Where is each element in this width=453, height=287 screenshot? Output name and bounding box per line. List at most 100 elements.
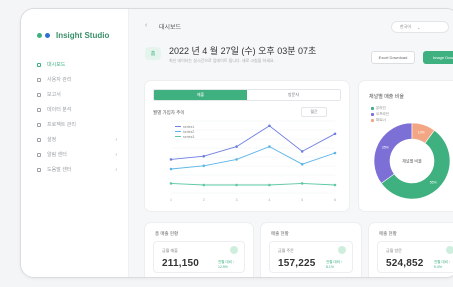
hero-header: 홈 2022 년 4 월 27일 (수) 오후 03분 07초 최신 데이터는 … [145, 41, 453, 69]
stat-inner: 금월 매출 211,150 전월 대비 ↑ 12.5% [153, 241, 245, 273]
stat-card: 매출 현황 금월 방문 524,852 전월 대비 ↑ 5.4% [369, 223, 453, 277]
data-point[interactable] [300, 162, 304, 166]
image-download-button[interactable]: Image Download [423, 51, 453, 64]
chevron-right-icon: › [115, 151, 117, 158]
logo-dot-icon [37, 33, 42, 38]
data-point[interactable] [268, 145, 271, 148]
stat-card: 총 매출 현황 금월 매출 211,150 전월 대비 ↑ 12.5% [145, 223, 253, 277]
donut-chart: 55% 35% 10% 채널별 비율 [373, 122, 451, 200]
line-chart-card: 매출 방문자 월별 가입자 추이 월간 series1 series2 series… [145, 81, 349, 211]
stat-inner: 금월 주문 157,225 전월 대비 ↑ 8.1% [269, 241, 353, 273]
data-point[interactable] [333, 183, 337, 187]
back-icon[interactable]: ‹ [145, 22, 147, 29]
stat-delta: 전월 대비 ↑ 12.5% [218, 260, 235, 269]
sidebar-item[interactable]: 알림 센터 › [31, 147, 125, 162]
data-point[interactable] [202, 154, 206, 158]
stat-label: 매출 현황 [271, 231, 289, 236]
stat-label: 매출 현황 [379, 231, 397, 236]
menu-icon [37, 77, 41, 82]
sidebar-nav: 대시보드 사용자 관리 보고서 데이터 분석 프로젝트 관리 설정 › 알림 센터 › 도움말 센… [31, 57, 125, 177]
menu-icon [37, 107, 41, 112]
stat-sub: 금월 주문 [278, 248, 294, 253]
logo-dot-icon [45, 33, 50, 38]
stat-value: 524,852 [386, 258, 424, 269]
breadcrumb: 대시보드 [159, 25, 182, 31]
app-title: Insight Studio [56, 31, 110, 40]
sidebar-item-label: 사용자 관리 [47, 77, 72, 83]
data-point[interactable] [202, 164, 206, 168]
sidebar-item-label: 데이터 분석 [47, 107, 72, 113]
x-tick-label: 4 [268, 198, 270, 202]
line-chart: 1 2 3 4 5 6 [169, 120, 337, 202]
sidebar-item[interactable]: 데이터 분석 [31, 102, 125, 117]
slice-label: 35% [382, 146, 389, 150]
series-line [170, 125, 336, 160]
sidebar-item[interactable]: 대시보드 [31, 57, 125, 72]
chevron-right-icon: › [115, 136, 117, 143]
data-point[interactable] [268, 183, 271, 187]
stat-sub: 금월 방문 [386, 248, 402, 253]
stat-value: 211,150 [162, 258, 199, 269]
x-tick-label: 2 [203, 198, 205, 202]
sidebar-item-label: 알림 센터 [47, 152, 67, 158]
data-point[interactable] [202, 183, 206, 187]
stat-icon [446, 246, 453, 254]
sidebar-item-label: 대시보드 [47, 62, 66, 68]
page-subtitle: 최신 데이터는 실시간으로 업데이트 됩니다. 새로 고침을 하세요. [169, 58, 275, 63]
data-point[interactable] [300, 150, 304, 153]
stat-value: 157,225 [278, 258, 316, 269]
sidebar-item[interactable]: 보고서 [31, 87, 125, 102]
sidebar-item-label: 보고서 [47, 92, 61, 98]
stat-label: 총 매출 현황 [155, 231, 179, 236]
stat-card: 매출 현황 금월 주문 157,225 전월 대비 ↑ 8.1% [261, 223, 361, 277]
slice-label: 10% [418, 131, 425, 135]
x-tick-label: 1 [170, 198, 172, 202]
menu-icon [37, 137, 41, 142]
chevron-right-icon: › [115, 166, 117, 173]
language-label: 한국어 [400, 24, 412, 29]
data-point[interactable] [268, 124, 271, 128]
data-point[interactable] [300, 182, 304, 185]
stat-icon [230, 246, 238, 254]
sidebar-item[interactable]: 프로젝트 관리 [31, 117, 125, 132]
stat-inner: 금월 방문 524,852 전월 대비 ↑ 5.4% [377, 241, 453, 273]
x-tick-label: 6 [334, 198, 336, 202]
menu-icon [37, 92, 41, 97]
sidebar-item-label: 프로젝트 관리 [47, 122, 76, 128]
stat-icon [338, 246, 346, 254]
series-line [170, 146, 336, 170]
data-point[interactable] [235, 158, 238, 161]
data-point[interactable] [169, 158, 173, 161]
stat-delta: 전월 대비 ↑ 5.4% [434, 260, 451, 269]
topbar: ‹ 대시보드 한국어 ⌄ [129, 19, 453, 37]
slice-label: 55% [430, 180, 437, 184]
donut-slice[interactable] [373, 122, 413, 184]
language-select[interactable]: 한국어 ⌄ [391, 21, 449, 33]
excel-download-button[interactable]: Excel Download [371, 51, 415, 64]
home-badge: 홈 [145, 47, 161, 60]
app-window: Insight Studio 대시보드사용자 관리보고서데이터 분석프로젝트 관… [20, 8, 453, 278]
data-point[interactable] [235, 145, 238, 148]
page-title: 2022 년 4 월 27일 (수) 오후 03분 07초 [169, 46, 317, 56]
data-point[interactable] [333, 151, 337, 155]
logo[interactable]: Insight Studio [37, 31, 109, 40]
sidebar-item-label: 도움말 센터 [47, 167, 72, 173]
menu-icon [37, 152, 41, 157]
main-content: ‹ 대시보드 한국어 ⌄ 홈 2022 년 4 월 27일 (수) 오후 03분… [129, 9, 453, 277]
donut-center-label: 채널별 비율 [402, 158, 422, 164]
menu-icon [37, 62, 41, 67]
sidebar-item[interactable]: 사용자 관리 [31, 72, 125, 87]
menu-icon [37, 122, 41, 127]
stat-sub: 금월 매출 [162, 248, 178, 253]
menu-icon [37, 167, 41, 172]
sidebar-item-label: 설정 [47, 137, 57, 143]
x-tick-label: 5 [301, 198, 303, 202]
data-point[interactable] [333, 132, 337, 136]
data-point[interactable] [169, 167, 173, 171]
data-point[interactable] [235, 183, 238, 187]
stat-delta: 전월 대비 ↑ 8.1% [326, 260, 343, 269]
sidebar-item[interactable]: 설정 › [31, 132, 125, 147]
x-tick-label: 3 [236, 198, 238, 202]
sidebar-item[interactable]: 도움말 센터 › [31, 162, 125, 177]
data-point[interactable] [169, 182, 173, 185]
